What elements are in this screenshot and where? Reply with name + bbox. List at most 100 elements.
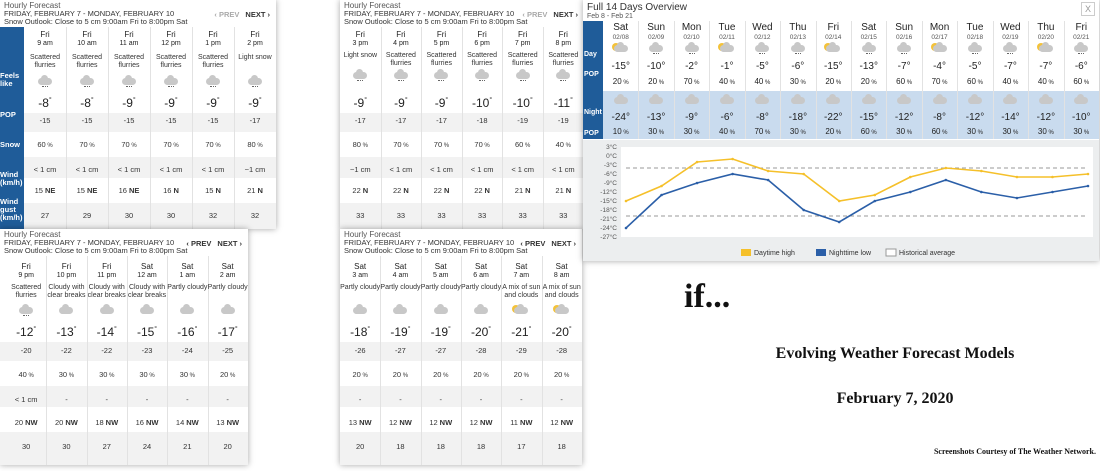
day-label: Fri <box>396 30 406 39</box>
temperature-value: -9 <box>353 96 365 110</box>
degree-symbol: ° <box>404 97 408 104</box>
data-point <box>837 199 841 203</box>
snow-amount: < 1 cm <box>201 165 225 174</box>
hour-column: Sat 12 am Cloudy with clear breaks -15° -23 3… <box>126 229 167 465</box>
degree-symbol: ° <box>73 326 77 333</box>
overview-day-column: Wed 02/12 -5° 40 % -8° 70 % <box>744 21 780 139</box>
overview-day-column: Thu 02/20 -7° 40 % -12° 30 % <box>1028 21 1063 139</box>
temperature: -11° <box>543 96 584 110</box>
data-point <box>1086 172 1090 176</box>
percent-unit: % <box>107 373 115 379</box>
hour-header: Fri 6 pm <box>462 30 503 48</box>
hour-header: Fri 10 am <box>66 30 108 48</box>
day-pop: 40 % <box>745 77 780 86</box>
degree-symbol: ° <box>1015 112 1020 123</box>
temperature-value: -21 <box>511 325 529 339</box>
cloud-snow-icon <box>162 75 180 90</box>
day-pop-value: 60 <box>896 77 906 86</box>
feels-like: -15 <box>207 116 219 125</box>
temperature-value: -19 <box>430 325 448 339</box>
low-value: -12 <box>894 112 910 123</box>
cloud-snow-icon <box>860 42 878 57</box>
wind: 22 N <box>421 186 462 195</box>
condition-text: A mix of sun and clouds <box>502 284 541 299</box>
cloud-moon-icon <box>824 94 842 109</box>
pop-number: 70 <box>474 140 483 149</box>
percent-unit: % <box>657 130 665 136</box>
overview-day-column: Tue 02/11 -1° 40 % -6° 40 % <box>709 21 744 139</box>
day-of-week: Sat <box>613 22 629 33</box>
data-point <box>873 199 877 203</box>
wind: 12 NW <box>380 418 420 427</box>
day-label: Fri <box>436 30 447 39</box>
pop-value: 20 % <box>340 370 380 379</box>
wind-speed: 12 <box>429 418 438 427</box>
if-caption: if... <box>684 278 731 315</box>
row-label-snow: Snow <box>0 140 20 149</box>
pop-number: 40 <box>18 370 27 379</box>
wind: 13 NW <box>208 418 248 427</box>
low-value: -12 <box>965 112 981 123</box>
temperature: -19° <box>380 325 420 339</box>
wind-direction: NW <box>439 418 453 427</box>
close-button[interactable]: X <box>1081 2 1095 16</box>
hourly-panel-3: Hourly Forecast FRIDAY, FEBRUARY 7 - MOND… <box>0 229 248 465</box>
snow-amount: - <box>439 395 442 404</box>
hour-column: Sat 8 am A mix of sun and clouds -20° -28 20 … <box>541 229 582 465</box>
data-point <box>624 199 628 203</box>
day-label: Fri <box>558 30 568 39</box>
data-point <box>731 157 734 161</box>
day-pop: 60 % <box>957 77 992 86</box>
feels-like: -24 <box>181 346 193 355</box>
data-point <box>837 220 841 224</box>
day-pop: 20 % <box>851 77 886 86</box>
day-label: Fri <box>61 262 72 271</box>
day-label: Sat <box>394 262 407 271</box>
feels-like: -15 <box>123 116 135 125</box>
snow-amount: ~1 cm <box>349 165 371 174</box>
feels-like: -19 <box>517 116 529 125</box>
high-value: -4 <box>933 61 942 72</box>
degree-symbol: ° <box>625 112 630 123</box>
overview-label-pop2: POP <box>584 130 599 137</box>
overview-days: Sat 02/08 -15° 20 % -24° 10 % Sun 02/09 -10° 20 %… <box>603 21 1099 139</box>
wind: 16 NW <box>127 418 167 427</box>
degree-symbol: ° <box>800 61 805 72</box>
day-date: 02/11 <box>719 34 735 41</box>
percent-unit: % <box>869 80 877 86</box>
temperature-value: -8 <box>80 96 91 110</box>
wind-gust: 18 <box>557 442 566 451</box>
low-value: -10 <box>1072 112 1087 123</box>
degree-symbol: ° <box>489 97 493 104</box>
temperature-value: -14 <box>96 325 114 339</box>
pop-value: 30 % <box>127 370 167 379</box>
wind-gust: 27 <box>102 442 111 451</box>
hour-column: Fri 11 pm Cloudy with clear breaks -14° -22 3… <box>86 229 127 465</box>
degree-symbol: ° <box>568 326 572 333</box>
time-label: 9 pm <box>18 272 34 279</box>
percent-unit: % <box>763 80 771 86</box>
cloud-snow-icon <box>473 69 491 84</box>
temperature: -18° <box>340 325 380 339</box>
day-pop: 60 % <box>886 77 921 86</box>
hour-column: Fri 2 pm Light snow -9° -17 80 % ~1 cm 21 N 32 <box>234 0 276 229</box>
wind-gust: 27 <box>40 211 50 220</box>
hour-header: Fri 11 am <box>108 30 150 48</box>
percent-unit: % <box>563 143 571 149</box>
temperature: -9° <box>421 96 462 110</box>
cloud-moon-icon <box>98 304 116 319</box>
wind-direction: N <box>362 186 369 195</box>
wind-gust: 32 <box>208 211 218 220</box>
hour-header: Fri 3 pm <box>340 30 381 48</box>
percent-unit: % <box>621 130 629 136</box>
degree-symbol: ° <box>445 97 449 104</box>
wind-gust: 30 <box>124 211 134 220</box>
cloud-snow-icon <box>554 69 572 84</box>
high-value: -6 <box>791 61 801 72</box>
wind-gust: 17 <box>517 442 526 451</box>
wind-direction: NW <box>25 418 38 427</box>
wind: 18 NW <box>87 418 127 427</box>
wind: 21 N <box>502 186 543 195</box>
degree-symbol: ° <box>1086 112 1091 123</box>
night-pop: 30 % <box>1064 127 1099 136</box>
